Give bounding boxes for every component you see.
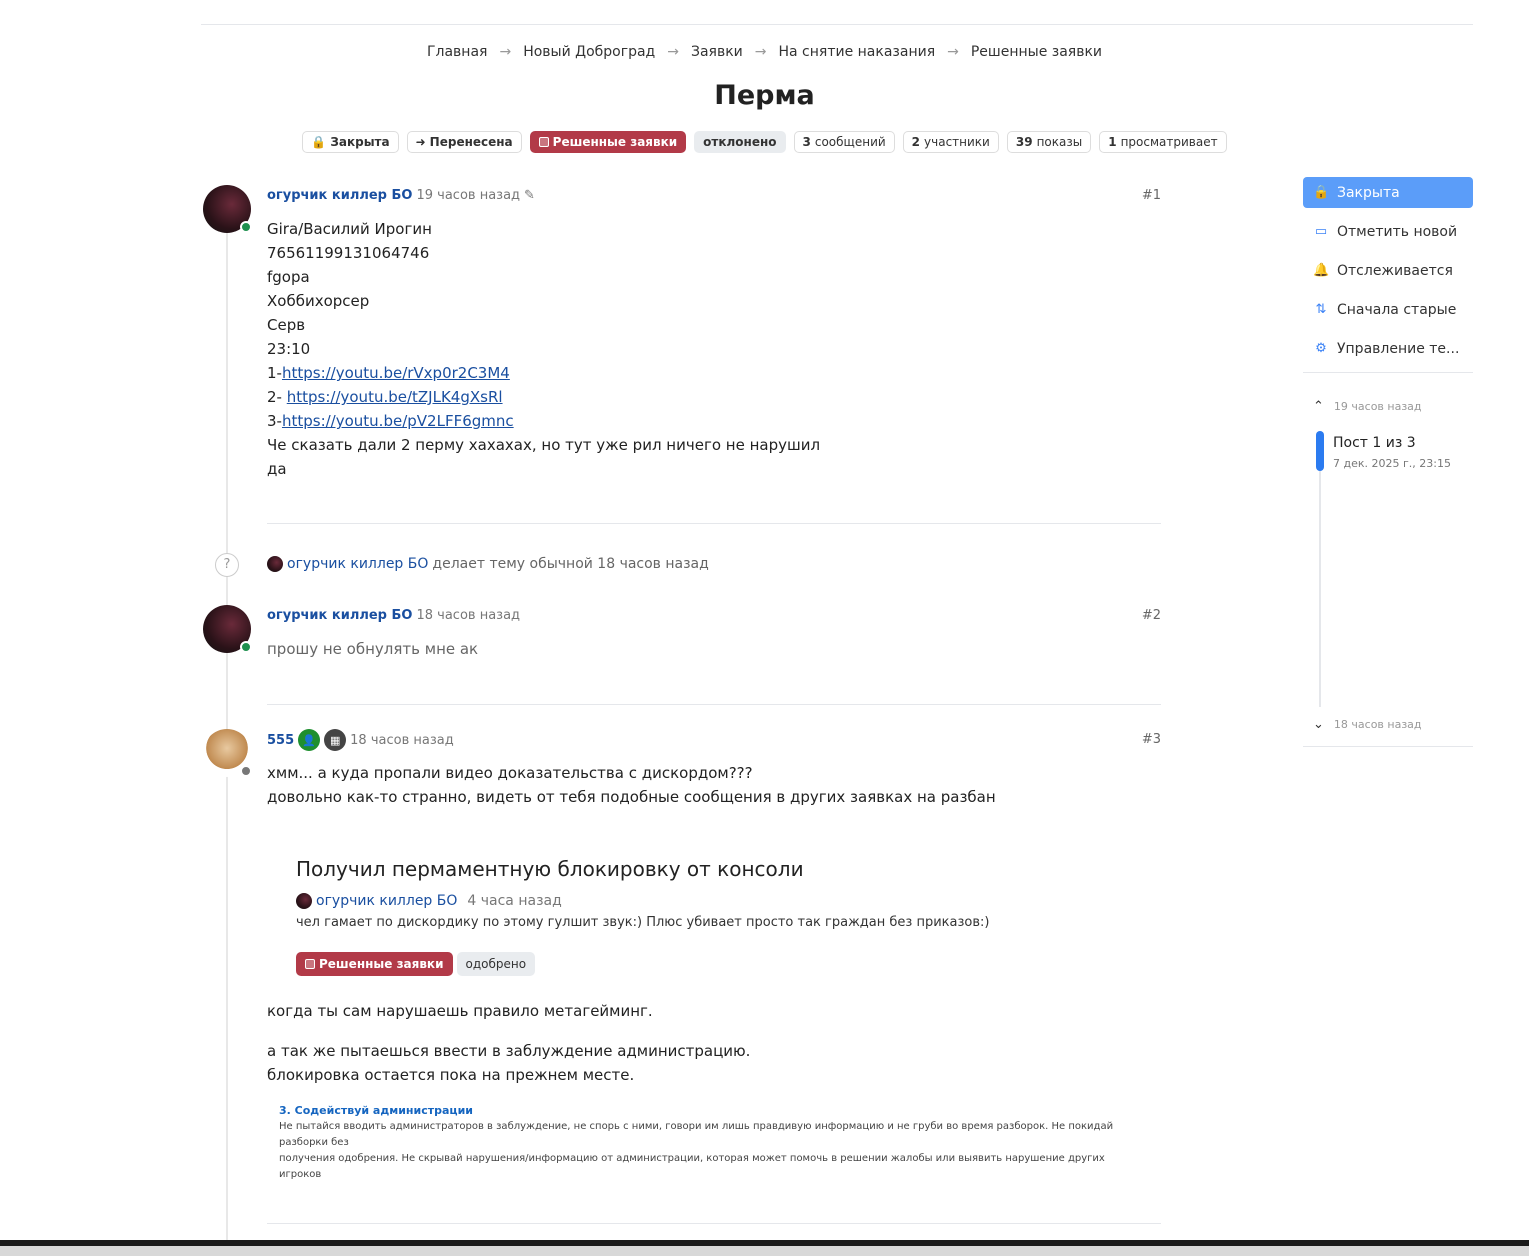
video-link-2[interactable]: https://youtu.be/tZJLK4gXsRl xyxy=(287,388,503,406)
watching-count-badge: 1 просматривает xyxy=(1099,131,1227,153)
breadcrumb-unban[interactable]: На снятие наказания xyxy=(779,44,936,60)
arrow-right-circle-icon: ➜ xyxy=(415,135,426,149)
breadcrumb-resolved[interactable]: Решенные заявки xyxy=(971,44,1102,60)
participants-count-badge: 2 участники xyxy=(902,131,999,153)
post-author[interactable]: огурчик киллер БО xyxy=(267,188,412,203)
post-number[interactable]: #2 xyxy=(1142,608,1161,623)
scrubber-track[interactable] xyxy=(1319,431,1321,707)
linked-thread-title[interactable]: Получил пермаментную блокировку от консо… xyxy=(296,857,1156,881)
post-author[interactable]: огурчик киллер БО xyxy=(267,608,412,623)
status-badge: отклонено xyxy=(694,131,786,153)
breadcrumb-requests[interactable]: Заявки xyxy=(691,44,743,60)
post-header: 555 👤 ▦ 18 часов назад xyxy=(267,729,454,751)
scrub-to-bottom[interactable]: ⌄ 18 часов назад xyxy=(1313,717,1422,732)
online-status-icon xyxy=(240,221,252,233)
post-author[interactable]: 555 xyxy=(267,733,294,748)
post-time[interactable]: 18 часов назад xyxy=(350,733,454,748)
breadcrumb-separator: → xyxy=(754,44,767,60)
checkbox-icon xyxy=(305,959,315,969)
views-count-badge: 39 показы xyxy=(1006,131,1092,153)
post-divider xyxy=(267,523,1161,524)
post-number[interactable]: #1 xyxy=(1142,188,1161,203)
lock-icon: 🔒 xyxy=(311,135,327,149)
bell-icon: 🔔 xyxy=(1313,263,1330,278)
resolved-badge[interactable]: Решенные заявки xyxy=(296,952,453,976)
offline-status-icon xyxy=(240,765,252,777)
breadcrumb-home[interactable]: Главная xyxy=(427,44,487,60)
breadcrumb-separator: → xyxy=(667,44,679,60)
checkbox-icon xyxy=(538,137,549,147)
mark-new-button[interactable]: ▭ Отметить новой xyxy=(1303,216,1473,247)
rules-screenshot: 3. Содействуй администрации Не пытайся в… xyxy=(279,1104,1114,1180)
avatar[interactable] xyxy=(296,893,312,909)
linked-thread-snippet: чел гамает по дискордику по этому гулшит… xyxy=(296,915,990,930)
video-link-3[interactable]: https://youtu.be/pV2LFF6gmnc xyxy=(282,412,514,430)
scrub-to-top[interactable]: ⌃ 19 часов назад xyxy=(1313,399,1422,414)
sidebar-divider xyxy=(1303,372,1473,373)
status-badge: одобрено xyxy=(456,952,536,976)
linked-thread-preview[interactable]: Получил пермаментную блокировку от консо… xyxy=(296,857,1156,976)
edit-icon[interactable]: ✎ xyxy=(524,188,535,203)
linked-thread-time: 4 часа назад xyxy=(467,893,562,909)
post-body: прошу не обнулять мне ак xyxy=(267,640,479,658)
post-body-continued: когда ты сам нарушаешь правило метагейми… xyxy=(267,1002,751,1084)
question-icon: ? xyxy=(215,553,239,577)
closed-button[interactable]: 🔒 Закрыта xyxy=(1303,177,1473,208)
online-status-icon xyxy=(240,641,252,653)
post-1: огурчик киллер БО 19 часов назад ✎ #1 Gi… xyxy=(203,185,1161,525)
post-divider xyxy=(267,1223,1161,1224)
post-body: Gira/Василий Ирогин 76561199131064746 fg… xyxy=(267,220,821,478)
post-scrubber: ⌃ 19 часов назад Пост 1 из 3 7 дек. 2025… xyxy=(1303,379,1473,749)
messages-count-badge: 3 сообщений xyxy=(793,131,895,153)
thread-badges: 🔒 Закрыта ➜ Перенесена Решенные заявки о… xyxy=(0,131,1529,153)
manage-thread-button[interactable]: ⚙ Управление те... xyxy=(1303,333,1473,364)
lock-icon: 🔒 xyxy=(1313,185,1330,200)
admin-role-icon[interactable]: ▦ xyxy=(324,729,347,751)
scrubber-handle[interactable] xyxy=(1316,431,1324,471)
resolved-badge[interactable]: Решенные заявки xyxy=(529,131,687,153)
event-author[interactable]: огурчик киллер БО xyxy=(287,556,428,572)
post-3: 555 👤 ▦ 18 часов назад #3 хмм... а куда … xyxy=(203,729,1161,1225)
moved-badge: ➜ Перенесена xyxy=(406,131,522,153)
post-body: хмм... а куда пропали видео доказательст… xyxy=(267,764,996,806)
sort-icon: ⇅ xyxy=(1315,302,1327,317)
post-header: огурчик киллер БО 18 часов назад xyxy=(267,608,520,623)
post-2: огурчик киллер БО 18 часов назад #2 прош… xyxy=(203,605,1161,705)
breadcrumb: Главная → Новый Доброград → Заявки → На … xyxy=(0,44,1529,60)
watch-button[interactable]: 🔔 Отслеживается xyxy=(1303,255,1473,286)
inbox-icon: ▭ xyxy=(1314,224,1328,239)
breadcrumb-separator: → xyxy=(947,44,959,60)
post-time[interactable]: 19 часов назад xyxy=(416,188,520,203)
post-number[interactable]: #3 xyxy=(1142,732,1161,747)
chevron-up-icon: ⌃ xyxy=(1313,399,1324,414)
event-text: делает тему обычной 18 часов назад xyxy=(432,556,709,572)
breadcrumb-separator: → xyxy=(499,44,512,60)
breadcrumb-forum[interactable]: Новый Доброград xyxy=(523,44,655,60)
scrubber-date: 7 дек. 2025 г., 23:15 xyxy=(1333,457,1451,470)
sidebar-divider xyxy=(1303,746,1473,747)
top-divider xyxy=(201,24,1473,25)
user-role-icon[interactable]: 👤 xyxy=(298,729,321,751)
post-time[interactable]: 18 часов назад xyxy=(416,608,520,623)
video-link-1[interactable]: https://youtu.be/rVxp0r2C3M4 xyxy=(282,364,510,382)
thread-event: ? огурчик киллер БО делает тему обычной … xyxy=(215,553,1115,577)
scrubber-position: Пост 1 из 3 xyxy=(1333,435,1416,451)
chevron-down-icon: ⌄ xyxy=(1313,717,1324,732)
page-title: Перма xyxy=(714,80,815,111)
avatar[interactable] xyxy=(267,556,283,572)
linked-thread-author[interactable]: огурчик киллер БО xyxy=(316,893,457,909)
post-divider xyxy=(267,704,1161,705)
os-taskbar xyxy=(0,1240,1529,1256)
closed-badge: 🔒 Закрыта xyxy=(302,131,399,153)
thread-sidebar: 🔒 Закрыта ▭ Отметить новой 🔔 Отслеживает… xyxy=(1303,177,1473,749)
gear-icon: ⚙ xyxy=(1315,341,1327,356)
post-header: огурчик киллер БО 19 часов назад ✎ xyxy=(267,188,535,203)
sort-oldest-button[interactable]: ⇅ Сначала старые xyxy=(1303,294,1473,325)
